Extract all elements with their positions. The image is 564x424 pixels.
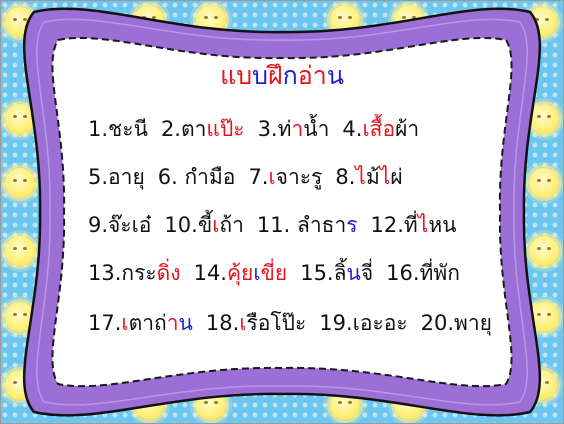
word-row-5: 17.เตาถ่าน 18.เรือโป๊ะ 19.เอะอะ 20.พายุ [88,306,492,340]
word-segment: ผ่ [390,165,403,189]
word-segment: ผ้า [395,117,420,141]
practice-word: 11. ลำธาร [257,213,358,237]
word-segment: 10.ขี้ [164,213,213,237]
word-segment: ตาถ่ [128,311,167,335]
practice-word: 14.คุ้ยเขี่ย [194,261,288,285]
title-segment: ฝึ [267,61,283,90]
word-segment: 8. [335,165,356,189]
word-row-4: 13.กระดิ่ง 14.คุ้ยเขี่ย 15.ลิ้นจี่ 16.ที่พั… [88,256,460,290]
title-segment: แบ [220,61,253,90]
word-segment: 14. [193,261,227,285]
word-segment: คุ้ย [226,261,254,285]
word-segment: ขี่ย [260,261,288,285]
reading-practice-sheet: แบบฝึกอ่าน 1.ชะนี 2.ตาแป๊ะ 3.ท่าน้ำ 4.เสื้อ… [0,0,564,424]
word-segment: 12.ที่ [370,213,418,237]
title-segment: ก [282,61,298,90]
word-segment: เ [239,311,247,335]
practice-word: 1.ชะนี [88,117,148,141]
practice-word: 6. กำมือ [158,165,236,189]
word-segment: หน [428,213,457,237]
practice-word: 4.เสื้อผ้า [342,117,419,141]
word-segment: 11. ลำธา [256,213,347,237]
word-segment: ไ [379,165,391,189]
word-segment: มือ [208,165,236,189]
word-segment: จาะรู [275,165,323,189]
practice-word: 18.เรือโป๊ะ [206,311,306,335]
word-segment: ไ [355,165,366,189]
word-row-1: 1.ชะนี 2.ตาแป๊ะ 3.ท่าน้ำ 4.เสื้อผ้า [88,112,419,146]
practice-word: 7.เจาะรู [248,165,322,189]
word-segment: น [178,311,193,335]
word-segment: จี่ [360,261,374,285]
practice-word: 10.ขี้เถ้า [164,213,243,237]
word-segment: 3.ท่ [257,117,292,141]
word-segment: ร [346,213,358,237]
word-segment: เสื้อ [362,117,396,141]
title-segment: น [326,61,344,90]
practice-word: 16.ที่พัก [386,261,460,285]
page-title: แบบฝึกอ่าน [0,58,564,94]
word-segment: 16.ที่พัก [386,261,460,285]
word-segment: 15.ลิ้ [300,261,347,285]
word-segment: ถ้า [219,213,244,237]
practice-word: 3.ท่าน้ำ [258,117,330,141]
title-segment: า [312,61,327,90]
title-segment: อ่ [297,61,313,90]
word-segment: 9.จ๊ะเอ๋ [88,213,152,237]
word-segment: 6. ก [157,165,209,189]
word-row-3: 9.จ๊ะเอ๋ 10.ขี้เถ้า 11. ลำธาร 12.ที่ไหน [88,208,457,242]
practice-word: 13.กระดิ่ง [88,261,181,285]
word-segment: ไ [417,213,429,237]
word-segment: า [291,117,304,141]
word-segment: 17. [88,311,122,335]
word-segment: เ [253,261,261,285]
practice-word: 20.พายุ [421,311,492,335]
word-segment: 18. [205,311,240,335]
word-segment: 4. [342,117,363,141]
word-segment: 7. [248,165,269,189]
word-segment: 1.ชะนี [88,117,148,141]
practice-word: 8.ไม้ไผ่ [335,165,402,189]
practice-word: 5.อายุ [88,165,145,189]
word-row-2: 5.อายุ6. กำมือ7.เจาะรู8.ไม้ไผ่ [88,160,403,194]
word-segment: ม้ [365,165,380,189]
practice-word: 2.ตาแป๊ะ [161,117,245,141]
practice-word: 9.จ๊ะเอ๋ [88,213,151,237]
practice-word: 17.เตาถ่าน [88,311,193,335]
word-segment: น้ำ [303,117,330,141]
word-segment: 20.พายุ [420,311,492,335]
word-segment: 13.กระ [88,261,157,285]
word-segment: น [346,261,361,285]
practice-word: 12.ที่ไหน [371,213,457,237]
word-segment: รือโป๊ะ [246,311,307,335]
practice-word: 15.ลิ้นจี่ [300,261,373,285]
word-segment: 2.ตา [160,117,207,141]
word-segment: ดิ่ง [156,261,181,285]
word-segment: เ [268,165,276,189]
word-segment: 5.อายุ [88,165,145,189]
word-segment: แป๊ะ [206,117,245,141]
word-segment: า [166,311,179,335]
word-segment: เ [121,311,129,335]
word-segment: 19.เอะอะ [319,311,408,335]
practice-word: 19.เอะอะ [319,311,407,335]
title-segment: บ [252,61,268,90]
